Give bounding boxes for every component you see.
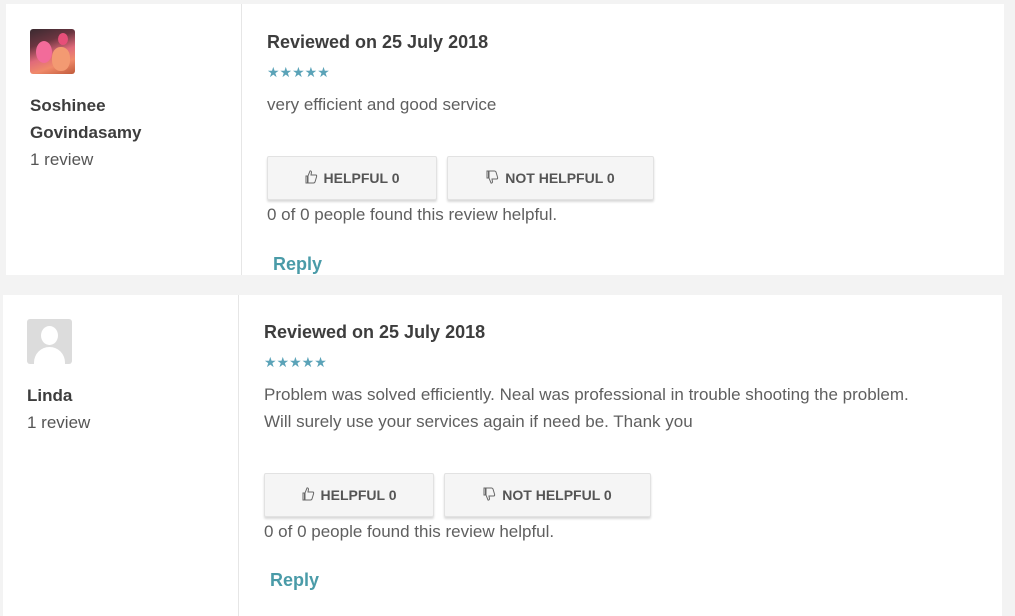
helpful-label: HELPFUL 0 [320,487,397,503]
review-date: Reviewed on 25 July 2018 [267,32,489,52]
author-name[interactable]: Linda [27,382,207,409]
review-text: very efficient and good service [267,95,497,114]
helpful-summary: 0 of 0 people found this review helpful. [267,205,558,224]
not-helpful-label: NOT HELPFUL 0 [502,487,612,503]
review-body: Reviewed on 25 July 2018 ★★★★★ Problem w… [239,295,1002,616]
helpful-label: HELPFUL 0 [323,170,400,186]
helpful-summary: 0 of 0 people found this review helpful. [264,522,555,541]
star-rating: ★★★★★ [267,64,330,80]
avatar-body-shape [34,347,65,364]
review-card: Soshinee Govindasamy 1 review Reviewed o… [6,4,1004,275]
star-rating: ★★★★★ [264,354,327,370]
avatar-photo-detail [58,33,68,45]
avatar-head-shape [41,326,58,345]
thumbs-up-icon [302,486,315,504]
review-date: Reviewed on 25 July 2018 [264,322,486,342]
reply-link[interactable]: Reply [273,254,322,275]
avatar[interactable] [30,29,75,74]
review-text: Problem was solved efficiently. Neal was… [264,385,909,431]
author-review-count[interactable]: 1 review [30,146,93,173]
helpful-button[interactable]: HELPFUL 0 [267,156,437,200]
review-body: Reviewed on 25 July 2018 ★★★★★ very effi… [242,4,1004,275]
review-card: Linda 1 review Reviewed on 25 July 2018 … [3,295,1002,616]
author-name[interactable]: Soshinee Govindasamy [30,92,210,146]
review-author-panel: Soshinee Govindasamy 1 review [6,4,242,275]
review-author-panel: Linda 1 review [3,295,239,616]
avatar-photo-detail [52,47,70,71]
author-review-count[interactable]: 1 review [27,409,90,436]
not-helpful-label: NOT HELPFUL 0 [505,170,615,186]
thumbs-up-icon [305,169,318,187]
default-avatar-icon [27,319,72,364]
thumbs-down-icon [483,487,496,504]
avatar-photo-detail [36,41,52,63]
not-helpful-button[interactable]: NOT HELPFUL 0 [447,156,654,200]
helpful-button[interactable]: HELPFUL 0 [264,473,434,517]
reply-link[interactable]: Reply [270,570,319,591]
thumbs-down-icon [486,170,499,187]
not-helpful-button[interactable]: NOT HELPFUL 0 [444,473,651,517]
